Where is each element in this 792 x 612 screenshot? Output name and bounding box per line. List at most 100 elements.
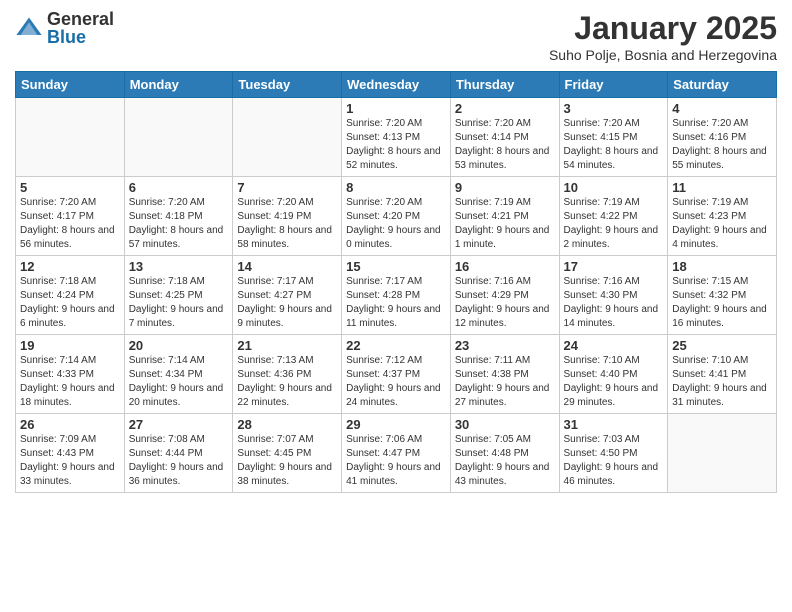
day-info: Sunrise: 7:11 AM Sunset: 4:38 PM Dayligh…: [455, 354, 555, 410]
calendar-cell: 5Sunrise: 7:20 AM Sunset: 4:17 PM Daylig…: [16, 177, 125, 256]
day-info: Sunrise: 7:20 AM Sunset: 4:17 PM Dayligh…: [20, 196, 120, 252]
calendar: Sunday Monday Tuesday Wednesday Thursday…: [15, 71, 777, 493]
day-number: 4: [672, 101, 772, 116]
calendar-week-2: 5Sunrise: 7:20 AM Sunset: 4:17 PM Daylig…: [16, 177, 777, 256]
page-container: General Blue January 2025 Suho Polje, Bo…: [0, 0, 792, 498]
calendar-cell: 20Sunrise: 7:14 AM Sunset: 4:34 PM Dayli…: [124, 335, 233, 414]
calendar-cell: [124, 98, 233, 177]
day-number: 23: [455, 338, 555, 353]
day-info: Sunrise: 7:16 AM Sunset: 4:30 PM Dayligh…: [564, 275, 664, 331]
calendar-cell: 18Sunrise: 7:15 AM Sunset: 4:32 PM Dayli…: [668, 256, 777, 335]
day-number: 13: [129, 259, 229, 274]
day-number: 3: [564, 101, 664, 116]
calendar-cell: 2Sunrise: 7:20 AM Sunset: 4:14 PM Daylig…: [450, 98, 559, 177]
day-info: Sunrise: 7:06 AM Sunset: 4:47 PM Dayligh…: [346, 433, 446, 489]
logo: General Blue: [15, 10, 114, 46]
calendar-cell: 9Sunrise: 7:19 AM Sunset: 4:21 PM Daylig…: [450, 177, 559, 256]
day-number: 14: [237, 259, 337, 274]
calendar-cell: 13Sunrise: 7:18 AM Sunset: 4:25 PM Dayli…: [124, 256, 233, 335]
day-number: 19: [20, 338, 120, 353]
header-monday: Monday: [124, 72, 233, 98]
header-thursday: Thursday: [450, 72, 559, 98]
day-number: 31: [564, 417, 664, 432]
calendar-cell: 14Sunrise: 7:17 AM Sunset: 4:27 PM Dayli…: [233, 256, 342, 335]
calendar-cell: 12Sunrise: 7:18 AM Sunset: 4:24 PM Dayli…: [16, 256, 125, 335]
day-info: Sunrise: 7:20 AM Sunset: 4:15 PM Dayligh…: [564, 117, 664, 173]
day-info: Sunrise: 7:10 AM Sunset: 4:41 PM Dayligh…: [672, 354, 772, 410]
calendar-cell: 30Sunrise: 7:05 AM Sunset: 4:48 PM Dayli…: [450, 414, 559, 493]
calendar-cell: 8Sunrise: 7:20 AM Sunset: 4:20 PM Daylig…: [342, 177, 451, 256]
day-info: Sunrise: 7:03 AM Sunset: 4:50 PM Dayligh…: [564, 433, 664, 489]
calendar-cell: 29Sunrise: 7:06 AM Sunset: 4:47 PM Dayli…: [342, 414, 451, 493]
calendar-cell: 17Sunrise: 7:16 AM Sunset: 4:30 PM Dayli…: [559, 256, 668, 335]
day-number: 2: [455, 101, 555, 116]
calendar-cell: 4Sunrise: 7:20 AM Sunset: 4:16 PM Daylig…: [668, 98, 777, 177]
day-number: 22: [346, 338, 446, 353]
subtitle: Suho Polje, Bosnia and Herzegovina: [549, 47, 777, 63]
day-info: Sunrise: 7:05 AM Sunset: 4:48 PM Dayligh…: [455, 433, 555, 489]
day-number: 17: [564, 259, 664, 274]
header-saturday: Saturday: [668, 72, 777, 98]
logo-general: General: [47, 10, 114, 28]
calendar-cell: 25Sunrise: 7:10 AM Sunset: 4:41 PM Dayli…: [668, 335, 777, 414]
calendar-cell: 22Sunrise: 7:12 AM Sunset: 4:37 PM Dayli…: [342, 335, 451, 414]
logo-blue: Blue: [47, 28, 114, 46]
calendar-cell: 1Sunrise: 7:20 AM Sunset: 4:13 PM Daylig…: [342, 98, 451, 177]
day-info: Sunrise: 7:07 AM Sunset: 4:45 PM Dayligh…: [237, 433, 337, 489]
day-info: Sunrise: 7:10 AM Sunset: 4:40 PM Dayligh…: [564, 354, 664, 410]
day-number: 25: [672, 338, 772, 353]
day-number: 15: [346, 259, 446, 274]
day-info: Sunrise: 7:20 AM Sunset: 4:19 PM Dayligh…: [237, 196, 337, 252]
day-info: Sunrise: 7:17 AM Sunset: 4:27 PM Dayligh…: [237, 275, 337, 331]
calendar-cell: 28Sunrise: 7:07 AM Sunset: 4:45 PM Dayli…: [233, 414, 342, 493]
calendar-cell: 19Sunrise: 7:14 AM Sunset: 4:33 PM Dayli…: [16, 335, 125, 414]
calendar-cell: 7Sunrise: 7:20 AM Sunset: 4:19 PM Daylig…: [233, 177, 342, 256]
day-info: Sunrise: 7:16 AM Sunset: 4:29 PM Dayligh…: [455, 275, 555, 331]
day-number: 26: [20, 417, 120, 432]
calendar-cell: 23Sunrise: 7:11 AM Sunset: 4:38 PM Dayli…: [450, 335, 559, 414]
calendar-cell: [668, 414, 777, 493]
day-info: Sunrise: 7:14 AM Sunset: 4:34 PM Dayligh…: [129, 354, 229, 410]
day-number: 20: [129, 338, 229, 353]
day-number: 16: [455, 259, 555, 274]
calendar-week-1: 1Sunrise: 7:20 AM Sunset: 4:13 PM Daylig…: [16, 98, 777, 177]
calendar-cell: [233, 98, 342, 177]
calendar-header-row: Sunday Monday Tuesday Wednesday Thursday…: [16, 72, 777, 98]
calendar-cell: 24Sunrise: 7:10 AM Sunset: 4:40 PM Dayli…: [559, 335, 668, 414]
calendar-cell: 6Sunrise: 7:20 AM Sunset: 4:18 PM Daylig…: [124, 177, 233, 256]
logo-text: General Blue: [47, 10, 114, 46]
day-info: Sunrise: 7:20 AM Sunset: 4:13 PM Dayligh…: [346, 117, 446, 173]
day-info: Sunrise: 7:18 AM Sunset: 4:25 PM Dayligh…: [129, 275, 229, 331]
month-title: January 2025: [549, 10, 777, 47]
day-info: Sunrise: 7:19 AM Sunset: 4:23 PM Dayligh…: [672, 196, 772, 252]
calendar-week-5: 26Sunrise: 7:09 AM Sunset: 4:43 PM Dayli…: [16, 414, 777, 493]
day-info: Sunrise: 7:09 AM Sunset: 4:43 PM Dayligh…: [20, 433, 120, 489]
calendar-cell: 11Sunrise: 7:19 AM Sunset: 4:23 PM Dayli…: [668, 177, 777, 256]
day-number: 9: [455, 180, 555, 195]
day-info: Sunrise: 7:13 AM Sunset: 4:36 PM Dayligh…: [237, 354, 337, 410]
day-number: 5: [20, 180, 120, 195]
day-number: 28: [237, 417, 337, 432]
calendar-week-4: 19Sunrise: 7:14 AM Sunset: 4:33 PM Dayli…: [16, 335, 777, 414]
calendar-cell: 15Sunrise: 7:17 AM Sunset: 4:28 PM Dayli…: [342, 256, 451, 335]
header-tuesday: Tuesday: [233, 72, 342, 98]
day-number: 27: [129, 417, 229, 432]
day-info: Sunrise: 7:20 AM Sunset: 4:20 PM Dayligh…: [346, 196, 446, 252]
day-info: Sunrise: 7:20 AM Sunset: 4:14 PM Dayligh…: [455, 117, 555, 173]
header: General Blue January 2025 Suho Polje, Bo…: [15, 10, 777, 63]
calendar-cell: 10Sunrise: 7:19 AM Sunset: 4:22 PM Dayli…: [559, 177, 668, 256]
calendar-week-3: 12Sunrise: 7:18 AM Sunset: 4:24 PM Dayli…: [16, 256, 777, 335]
calendar-cell: [16, 98, 125, 177]
day-number: 10: [564, 180, 664, 195]
header-wednesday: Wednesday: [342, 72, 451, 98]
day-info: Sunrise: 7:18 AM Sunset: 4:24 PM Dayligh…: [20, 275, 120, 331]
title-block: January 2025 Suho Polje, Bosnia and Herz…: [549, 10, 777, 63]
day-info: Sunrise: 7:20 AM Sunset: 4:16 PM Dayligh…: [672, 117, 772, 173]
day-info: Sunrise: 7:12 AM Sunset: 4:37 PM Dayligh…: [346, 354, 446, 410]
day-number: 29: [346, 417, 446, 432]
day-info: Sunrise: 7:19 AM Sunset: 4:22 PM Dayligh…: [564, 196, 664, 252]
day-info: Sunrise: 7:17 AM Sunset: 4:28 PM Dayligh…: [346, 275, 446, 331]
day-info: Sunrise: 7:08 AM Sunset: 4:44 PM Dayligh…: [129, 433, 229, 489]
header-sunday: Sunday: [16, 72, 125, 98]
day-number: 8: [346, 180, 446, 195]
